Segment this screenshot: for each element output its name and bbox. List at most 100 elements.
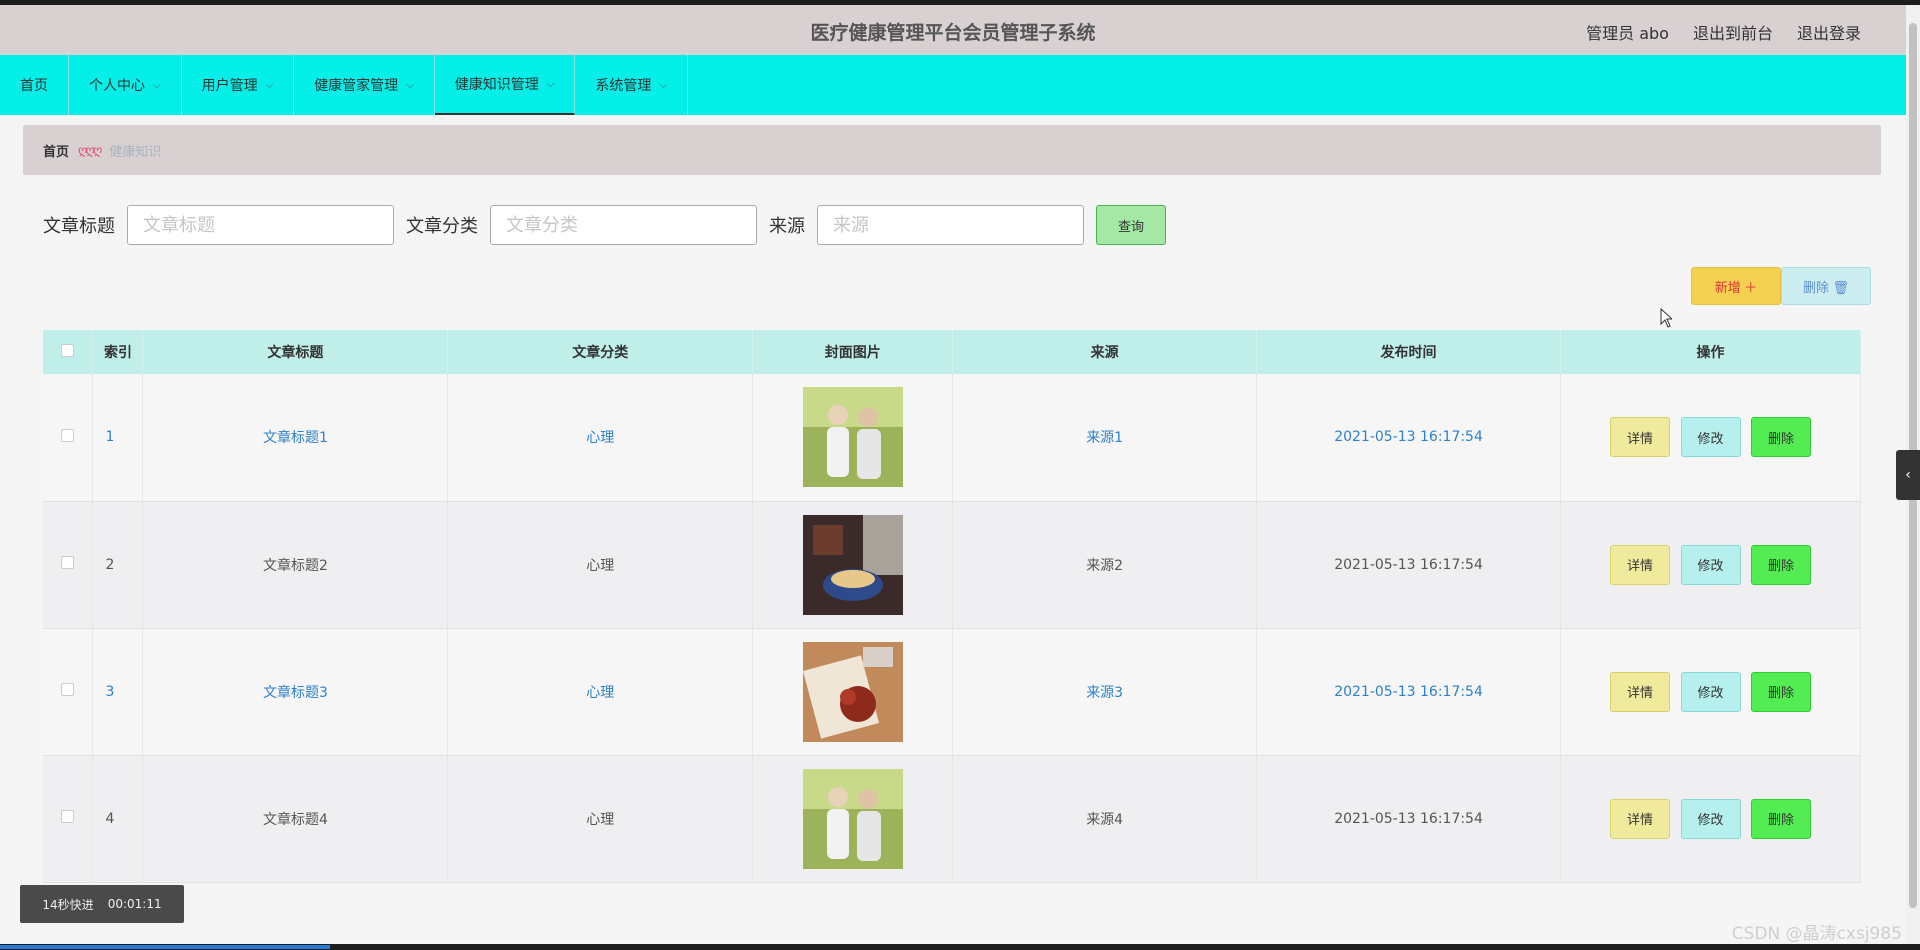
nav-item-home[interactable]: 首页 bbox=[0, 55, 69, 115]
row-category: 心理 bbox=[447, 755, 754, 883]
add-button[interactable]: 新增 ＋ bbox=[1691, 267, 1781, 305]
row-cover-cell bbox=[752, 374, 954, 502]
query-button[interactable]: 查询 bbox=[1096, 205, 1166, 245]
nav-item-label: 系统管理 bbox=[595, 78, 652, 94]
category-filter-label: 文章分类 bbox=[406, 216, 478, 237]
row-select-cell bbox=[43, 755, 94, 883]
row-index: 1 bbox=[92, 374, 144, 502]
nav-item-user-management[interactable]: 用户管理 ⌵ bbox=[182, 55, 295, 115]
edit-button[interactable]: 修改 bbox=[1680, 798, 1741, 839]
row-published: 2021-05-13 16:17:54 bbox=[1256, 501, 1561, 629]
row-title: 文章标题1 bbox=[142, 374, 449, 502]
row-checkbox[interactable] bbox=[61, 428, 75, 442]
row-index: 4 bbox=[92, 755, 144, 883]
delete-button[interactable]: 删除 bbox=[1750, 544, 1811, 585]
row-ops-cell: 详情 修改 删除 bbox=[1560, 374, 1861, 502]
row-select-cell bbox=[43, 501, 94, 629]
nav-item-health-butler-management[interactable]: 健康管家管理 ⌵ bbox=[294, 55, 435, 115]
table-actions: 新增 ＋ 删除 🗑 bbox=[1691, 267, 1871, 305]
row-cover-cell bbox=[752, 501, 954, 629]
row-published: 2021-05-13 16:17:54 bbox=[1256, 374, 1561, 502]
table-row: 2 文章标题2 心理 来源2 2021-05-13 16:17:54 详情 修改… bbox=[43, 501, 1861, 629]
table-row: 4 文章标题4 心理 来源4 2021-05-13 16:17:54 详情 修改… bbox=[43, 755, 1861, 883]
source-filter-input[interactable] bbox=[817, 205, 1084, 245]
select-all-checkbox[interactable] bbox=[61, 343, 75, 357]
row-checkbox[interactable] bbox=[61, 810, 75, 823]
chevron-left-icon: ‹ bbox=[1905, 467, 1911, 483]
to-front-link[interactable]: 退出到前台 bbox=[1693, 20, 1773, 44]
col-category: 文章分类 bbox=[447, 330, 754, 374]
row-source: 来源1 bbox=[952, 374, 1258, 502]
breadcrumb: 首页 ღღღ 健康知识 bbox=[23, 125, 1881, 175]
chevron-down-icon: ⌵ bbox=[153, 79, 161, 91]
col-ops: 操作 bbox=[1560, 330, 1861, 374]
select-all-cell bbox=[43, 330, 94, 374]
category-filter-input[interactable] bbox=[490, 205, 757, 245]
delete-button[interactable]: 删除 bbox=[1750, 417, 1811, 458]
nav-item-system-management[interactable]: 系统管理 ⌵ bbox=[575, 55, 688, 115]
detail-button[interactable]: 详情 bbox=[1610, 798, 1671, 839]
col-title: 文章标题 bbox=[142, 330, 449, 374]
row-ops-cell: 详情 修改 删除 bbox=[1560, 628, 1861, 756]
col-published: 发布时间 bbox=[1256, 330, 1561, 374]
detail-button[interactable]: 详情 bbox=[1610, 544, 1671, 585]
table-row: 1 文章标题1 心理 来源1 2021-05-13 16:17:54 详情 修改… bbox=[43, 374, 1861, 502]
title-filter-label: 文章标题 bbox=[43, 216, 115, 237]
detail-button[interactable]: 详情 bbox=[1610, 671, 1671, 712]
row-published: 2021-05-13 16:17:54 bbox=[1256, 755, 1561, 883]
breadcrumb-separator: ღღღ bbox=[78, 143, 102, 157]
edit-button[interactable]: 修改 bbox=[1680, 671, 1741, 712]
edit-button[interactable]: 修改 bbox=[1680, 417, 1741, 458]
title-filter-input[interactable] bbox=[127, 205, 394, 245]
row-index: 3 bbox=[92, 628, 144, 756]
side-collapse-tab[interactable]: ‹ bbox=[1896, 450, 1920, 500]
batch-delete-button[interactable]: 删除 🗑 bbox=[1781, 267, 1871, 305]
detail-button[interactable]: 详情 bbox=[1610, 417, 1671, 458]
row-title: 文章标题3 bbox=[142, 628, 449, 756]
col-index: 索引 bbox=[92, 330, 144, 374]
cover-image bbox=[802, 514, 903, 615]
video-progress-bar bbox=[0, 944, 1920, 950]
edit-button[interactable]: 修改 bbox=[1680, 544, 1741, 585]
watermark: CSDN @晶涛cxsj985 bbox=[1731, 924, 1902, 944]
video-time: 00:01:11 bbox=[107, 897, 162, 911]
nav-item-personal-center[interactable]: 个人中心 ⌵ bbox=[69, 55, 182, 115]
row-ops-cell: 详情 修改 删除 bbox=[1560, 755, 1861, 883]
row-select-cell bbox=[43, 628, 94, 756]
knowledge-table: 索引 文章标题 文章分类 封面图片 来源 发布时间 操作 1 文章标题1 心理 bbox=[43, 330, 1861, 883]
col-cover: 封面图片 bbox=[752, 330, 954, 374]
breadcrumb-home[interactable]: 首页 bbox=[43, 141, 69, 160]
row-select-cell bbox=[43, 374, 94, 502]
row-published: 2021-05-13 16:17:54 bbox=[1256, 628, 1561, 756]
row-checkbox[interactable] bbox=[61, 556, 75, 569]
video-speed-badge: 14秒快进 00:01:11 bbox=[20, 885, 184, 923]
header-user-menu: 管理员 abo 退出到前台 退出登录 bbox=[1586, 20, 1861, 44]
delete-button[interactable]: 删除 bbox=[1750, 671, 1811, 712]
admin-label: 管理员 abo bbox=[1586, 24, 1669, 43]
breadcrumb-current: 健康知识 bbox=[109, 144, 162, 160]
nav-item-label: 健康管家管理 bbox=[314, 78, 399, 94]
mouse-cursor-icon bbox=[1660, 308, 1672, 328]
speed-label: 14秒快进 bbox=[42, 897, 94, 912]
nav-item-health-knowledge-management[interactable]: 健康知识管理 ⌵ bbox=[434, 55, 576, 115]
video-progress-fill bbox=[0, 945, 330, 949]
chevron-down-icon: ⌵ bbox=[265, 79, 274, 91]
nav-item-label: 个人中心 bbox=[89, 78, 145, 94]
chevron-down-icon: ⌵ bbox=[659, 79, 667, 91]
row-source: 来源4 bbox=[952, 755, 1258, 883]
row-cover-cell bbox=[752, 755, 954, 883]
row-title: 文章标题2 bbox=[142, 501, 449, 629]
row-category: 心理 bbox=[447, 501, 754, 629]
row-title: 文章标题4 bbox=[142, 755, 449, 883]
cover-image bbox=[802, 387, 903, 488]
row-checkbox[interactable] bbox=[61, 683, 75, 696]
row-ops-cell: 详情 修改 删除 bbox=[1560, 501, 1861, 629]
logout-link[interactable]: 退出登录 bbox=[1797, 20, 1861, 44]
chevron-down-icon: ⌵ bbox=[406, 79, 414, 91]
table-header-row: 索引 文章标题 文章分类 封面图片 来源 发布时间 操作 bbox=[43, 330, 1861, 374]
search-form: 文章标题 文章分类 来源 查询 bbox=[43, 205, 1166, 245]
row-source: 来源2 bbox=[952, 501, 1258, 629]
row-index: 2 bbox=[92, 501, 144, 629]
table-row: 3 文章标题3 心理 来源3 2021-05-13 16:17:54 详情 修改… bbox=[43, 628, 1861, 756]
delete-button[interactable]: 删除 bbox=[1750, 798, 1811, 839]
